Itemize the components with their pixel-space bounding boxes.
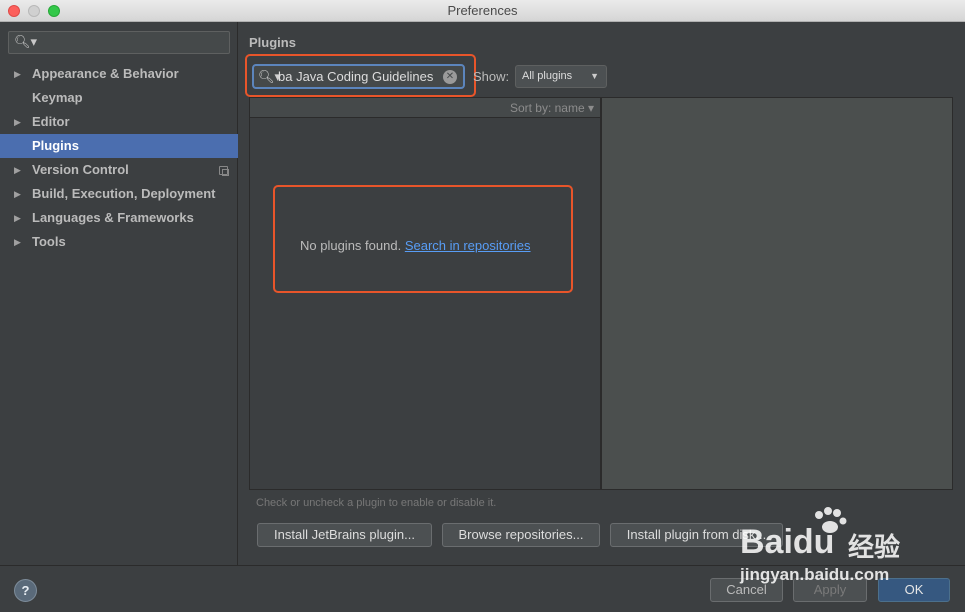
title-bar: Preferences: [0, 0, 965, 22]
sidebar-item-label: Version Control: [32, 162, 129, 177]
settings-sidebar: 🔍︎▾ ▶ Appearance & Behavior Keymap ▶ Edi…: [0, 22, 238, 565]
cancel-button[interactable]: Cancel: [710, 578, 783, 602]
sidebar-item-appearance-behavior[interactable]: ▶ Appearance & Behavior: [0, 62, 238, 86]
page-title: Plugins: [249, 35, 296, 50]
install-jetbrains-plugin-button[interactable]: Install JetBrains plugin...: [257, 523, 432, 547]
no-plugins-text: No plugins found.: [300, 238, 402, 253]
sidebar-item-label: Languages & Frameworks: [32, 210, 194, 225]
plugin-detail-panel: [601, 97, 953, 490]
sidebar-item-label: Appearance & Behavior: [32, 66, 179, 81]
dialog-footer: ? Cancel Apply OK: [0, 565, 965, 612]
sidebar-item-keymap[interactable]: Keymap: [0, 86, 238, 110]
expand-arrow-icon[interactable]: ▶: [14, 62, 21, 86]
sidebar-item-version-control[interactable]: ▶ Version Control: [0, 158, 238, 182]
expand-arrow-icon[interactable]: ▶: [14, 230, 21, 254]
show-filter-label: Show:: [473, 69, 510, 84]
clear-search-icon[interactable]: ✕: [443, 70, 457, 84]
plugin-search-input[interactable]: 🔍︎▾ ba Java Coding Guidelines ✕: [252, 64, 465, 89]
empty-state-message: No plugins found. Search in repositories: [300, 238, 531, 253]
sidebar-item-build-execution-deployment[interactable]: ▶ Build, Execution, Deployment: [0, 182, 238, 206]
expand-arrow-icon[interactable]: ▶: [14, 110, 21, 134]
sidebar-item-label: Build, Execution, Deployment: [32, 186, 216, 201]
browse-repositories-button[interactable]: Browse repositories...: [442, 523, 600, 547]
install-plugin-from-disk-button[interactable]: Install plugin from disk...: [610, 523, 783, 547]
settings-search-input[interactable]: 🔍︎▾: [8, 31, 230, 54]
sidebar-item-label: Editor: [32, 114, 70, 129]
show-filter-value: All plugins: [522, 70, 573, 82]
sidebar-item-label: Plugins: [32, 138, 79, 153]
sidebar-item-label: Keymap: [32, 90, 83, 105]
help-icon[interactable]: ?: [14, 579, 37, 602]
window-title: Preferences: [447, 3, 518, 18]
sidebar-item-editor[interactable]: ▶ Editor: [0, 110, 238, 134]
chevron-down-icon: ▼: [590, 71, 599, 81]
sidebar-item-tools[interactable]: ▶ Tools: [0, 230, 238, 254]
sidebar-item-plugins[interactable]: Plugins: [0, 134, 238, 158]
expand-arrow-icon[interactable]: ▶: [14, 158, 21, 182]
sidebar-item-languages-frameworks[interactable]: ▶ Languages & Frameworks: [0, 206, 238, 230]
sort-by-label: Sort by: name: [509, 101, 585, 115]
plugin-hint-text: Check or uncheck a plugin to enable or d…: [256, 497, 497, 509]
project-settings-icon: [219, 166, 229, 176]
show-filter-dropdown[interactable]: All plugins ▼: [515, 65, 607, 88]
search-icon: 🔍︎▾: [14, 34, 38, 49]
plugin-search-value: ba Java Coding Guidelines: [278, 69, 434, 84]
ok-button[interactable]: OK: [878, 578, 950, 602]
expand-arrow-icon[interactable]: ▶: [14, 182, 21, 206]
apply-button[interactable]: Apply: [793, 578, 867, 602]
sort-bar: Sort by: name ▾: [250, 98, 600, 118]
plugin-list: Sort by: name ▾: [249, 97, 601, 490]
settings-tree: ▶ Appearance & Behavior Keymap ▶ Editor …: [0, 62, 238, 254]
sort-by-dropdown[interactable]: Sort by: name ▾: [510, 101, 594, 115]
search-in-repositories-link[interactable]: Search in repositories: [405, 238, 531, 253]
plugins-page: Plugins 🔍︎▾ ba Java Coding Guidelines ✕ …: [239, 22, 965, 565]
sidebar-item-label: Tools: [32, 234, 66, 249]
expand-arrow-icon[interactable]: ▶: [14, 206, 21, 230]
